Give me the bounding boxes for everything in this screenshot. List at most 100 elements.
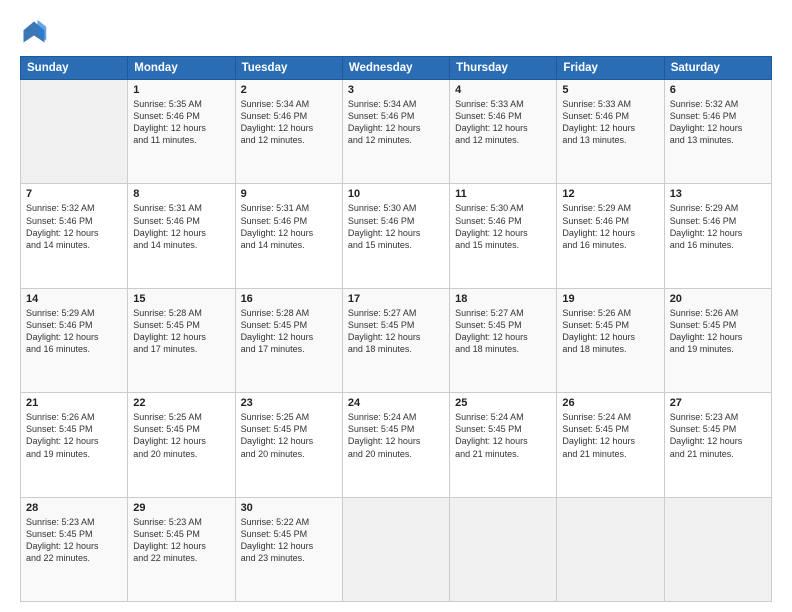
calendar-cell: 18Sunrise: 5:27 AM Sunset: 5:45 PM Dayli… (450, 288, 557, 392)
day-number: 27 (670, 397, 766, 409)
day-info: Sunrise: 5:27 AM Sunset: 5:45 PM Dayligh… (455, 307, 551, 356)
logo (20, 18, 52, 46)
calendar-table: SundayMondayTuesdayWednesdayThursdayFrid… (20, 56, 772, 602)
calendar-cell: 19Sunrise: 5:26 AM Sunset: 5:45 PM Dayli… (557, 288, 664, 392)
week-row-4: 28 Sunrise: 5:23 AM Sunset: 5:45 PM Dayli… (21, 497, 772, 601)
week-row-0: 1Sunrise: 5:35 AM Sunset: 5:46 PM Daylig… (21, 80, 772, 184)
week-row-1: 7 Sunrise: 5:32 AM Sunset: 5:46 PM Daylig… (21, 184, 772, 288)
calendar-header: SundayMondayTuesdayWednesdayThursdayFrid… (21, 57, 772, 80)
weekday-row: SundayMondayTuesdayWednesdayThursdayFrid… (21, 57, 772, 80)
day-number: 6 (670, 84, 766, 96)
calendar-cell: 8 Sunrise: 5:31 AM Sunset: 5:46 PM Daylig… (128, 184, 235, 288)
day-info: Sunrise: 5:25 AM Sunset: 5:45 PM Dayligh… (133, 411, 229, 460)
day-info: Sunrise: 5:33 AM Sunset: 5:46 PM Dayligh… (562, 98, 658, 147)
calendar-cell: 30 Sunrise: 5:22 AM Sunset: 5:45 PM Dayli… (235, 497, 342, 601)
day-number: 29 (133, 502, 229, 514)
page: SundayMondayTuesdayWednesdayThursdayFrid… (0, 0, 792, 612)
weekday-header-wednesday: Wednesday (342, 57, 449, 80)
day-number: 13 (670, 188, 766, 200)
day-info: Sunrise: 5:31 AM Sunset: 5:46 PM Dayligh… (133, 202, 229, 251)
header (20, 18, 772, 46)
calendar-cell: 10Sunrise: 5:30 AM Sunset: 5:46 PM Dayli… (342, 184, 449, 288)
calendar-cell (557, 497, 664, 601)
day-info: Sunrise: 5:23 AM Sunset: 5:45 PM Dayligh… (26, 516, 122, 565)
calendar-cell (450, 497, 557, 601)
day-number: 23 (241, 397, 337, 409)
day-number: 20 (670, 293, 766, 305)
day-info: Sunrise: 5:22 AM Sunset: 5:45 PM Dayligh… (241, 516, 337, 565)
day-number: 17 (348, 293, 444, 305)
calendar-cell: 6 Sunrise: 5:32 AM Sunset: 5:46 PM Daylig… (664, 80, 771, 184)
day-number: 7 (26, 188, 122, 200)
day-info: Sunrise: 5:33 AM Sunset: 5:46 PM Dayligh… (455, 98, 551, 147)
day-info: Sunrise: 5:26 AM Sunset: 5:45 PM Dayligh… (26, 411, 122, 460)
calendar-cell: 23 Sunrise: 5:25 AM Sunset: 5:45 PM Dayli… (235, 393, 342, 497)
weekday-header-sunday: Sunday (21, 57, 128, 80)
day-number: 1 (133, 84, 229, 96)
calendar-cell: 15 Sunrise: 5:28 AM Sunset: 5:45 PM Dayli… (128, 288, 235, 392)
calendar-cell: 16 Sunrise: 5:28 AM Sunset: 5:45 PM Dayli… (235, 288, 342, 392)
day-info: Sunrise: 5:29 AM Sunset: 5:46 PM Dayligh… (670, 202, 766, 251)
day-number: 11 (455, 188, 551, 200)
day-info: Sunrise: 5:28 AM Sunset: 5:45 PM Dayligh… (241, 307, 337, 356)
calendar-cell: 21 Sunrise: 5:26 AM Sunset: 5:45 PM Dayli… (21, 393, 128, 497)
day-number: 4 (455, 84, 551, 96)
calendar-cell: 1Sunrise: 5:35 AM Sunset: 5:46 PM Daylig… (128, 80, 235, 184)
calendar-cell: 2 Sunrise: 5:34 AM Sunset: 5:46 PM Daylig… (235, 80, 342, 184)
calendar-cell: 3Sunrise: 5:34 AM Sunset: 5:46 PM Daylig… (342, 80, 449, 184)
calendar-cell: 22 Sunrise: 5:25 AM Sunset: 5:45 PM Dayli… (128, 393, 235, 497)
calendar-cell: 25 Sunrise: 5:24 AM Sunset: 5:45 PM Dayli… (450, 393, 557, 497)
day-number: 28 (26, 502, 122, 514)
calendar-cell (21, 80, 128, 184)
day-info: Sunrise: 5:25 AM Sunset: 5:45 PM Dayligh… (241, 411, 337, 460)
day-info: Sunrise: 5:28 AM Sunset: 5:45 PM Dayligh… (133, 307, 229, 356)
weekday-header-tuesday: Tuesday (235, 57, 342, 80)
day-number: 16 (241, 293, 337, 305)
day-info: Sunrise: 5:30 AM Sunset: 5:46 PM Dayligh… (455, 202, 551, 251)
day-number: 3 (348, 84, 444, 96)
weekday-header-friday: Friday (557, 57, 664, 80)
day-info: Sunrise: 5:23 AM Sunset: 5:45 PM Dayligh… (670, 411, 766, 460)
calendar-body: 1Sunrise: 5:35 AM Sunset: 5:46 PM Daylig… (21, 80, 772, 602)
day-number: 19 (562, 293, 658, 305)
calendar-cell: 17 Sunrise: 5:27 AM Sunset: 5:45 PM Dayli… (342, 288, 449, 392)
calendar-cell: 5 Sunrise: 5:33 AM Sunset: 5:46 PM Daylig… (557, 80, 664, 184)
day-number: 5 (562, 84, 658, 96)
day-number: 2 (241, 84, 337, 96)
calendar-cell (664, 497, 771, 601)
day-number: 15 (133, 293, 229, 305)
calendar-cell: 12Sunrise: 5:29 AM Sunset: 5:46 PM Dayli… (557, 184, 664, 288)
day-number: 30 (241, 502, 337, 514)
day-number: 26 (562, 397, 658, 409)
day-number: 8 (133, 188, 229, 200)
calendar-cell: 29Sunrise: 5:23 AM Sunset: 5:45 PM Dayli… (128, 497, 235, 601)
day-info: Sunrise: 5:29 AM Sunset: 5:46 PM Dayligh… (26, 307, 122, 356)
day-info: Sunrise: 5:24 AM Sunset: 5:45 PM Dayligh… (562, 411, 658, 460)
day-info: Sunrise: 5:24 AM Sunset: 5:45 PM Dayligh… (455, 411, 551, 460)
calendar-cell: 27 Sunrise: 5:23 AM Sunset: 5:45 PM Dayli… (664, 393, 771, 497)
calendar-cell: 7 Sunrise: 5:32 AM Sunset: 5:46 PM Daylig… (21, 184, 128, 288)
calendar-cell: 28 Sunrise: 5:23 AM Sunset: 5:45 PM Dayli… (21, 497, 128, 601)
calendar-cell: 4 Sunrise: 5:33 AM Sunset: 5:46 PM Daylig… (450, 80, 557, 184)
calendar-cell: 9Sunrise: 5:31 AM Sunset: 5:46 PM Daylig… (235, 184, 342, 288)
day-number: 10 (348, 188, 444, 200)
day-number: 21 (26, 397, 122, 409)
day-info: Sunrise: 5:24 AM Sunset: 5:45 PM Dayligh… (348, 411, 444, 460)
day-number: 9 (241, 188, 337, 200)
logo-icon (20, 18, 48, 46)
day-info: Sunrise: 5:34 AM Sunset: 5:46 PM Dayligh… (241, 98, 337, 147)
calendar-cell: 13 Sunrise: 5:29 AM Sunset: 5:46 PM Dayli… (664, 184, 771, 288)
day-number: 24 (348, 397, 444, 409)
weekday-header-thursday: Thursday (450, 57, 557, 80)
day-number: 12 (562, 188, 658, 200)
calendar-cell: 24 Sunrise: 5:24 AM Sunset: 5:45 PM Dayli… (342, 393, 449, 497)
week-row-3: 21 Sunrise: 5:26 AM Sunset: 5:45 PM Dayli… (21, 393, 772, 497)
day-info: Sunrise: 5:32 AM Sunset: 5:46 PM Dayligh… (26, 202, 122, 251)
calendar-cell: 11 Sunrise: 5:30 AM Sunset: 5:46 PM Dayli… (450, 184, 557, 288)
day-info: Sunrise: 5:27 AM Sunset: 5:45 PM Dayligh… (348, 307, 444, 356)
day-number: 22 (133, 397, 229, 409)
weekday-header-monday: Monday (128, 57, 235, 80)
weekday-header-saturday: Saturday (664, 57, 771, 80)
day-info: Sunrise: 5:32 AM Sunset: 5:46 PM Dayligh… (670, 98, 766, 147)
day-number: 25 (455, 397, 551, 409)
